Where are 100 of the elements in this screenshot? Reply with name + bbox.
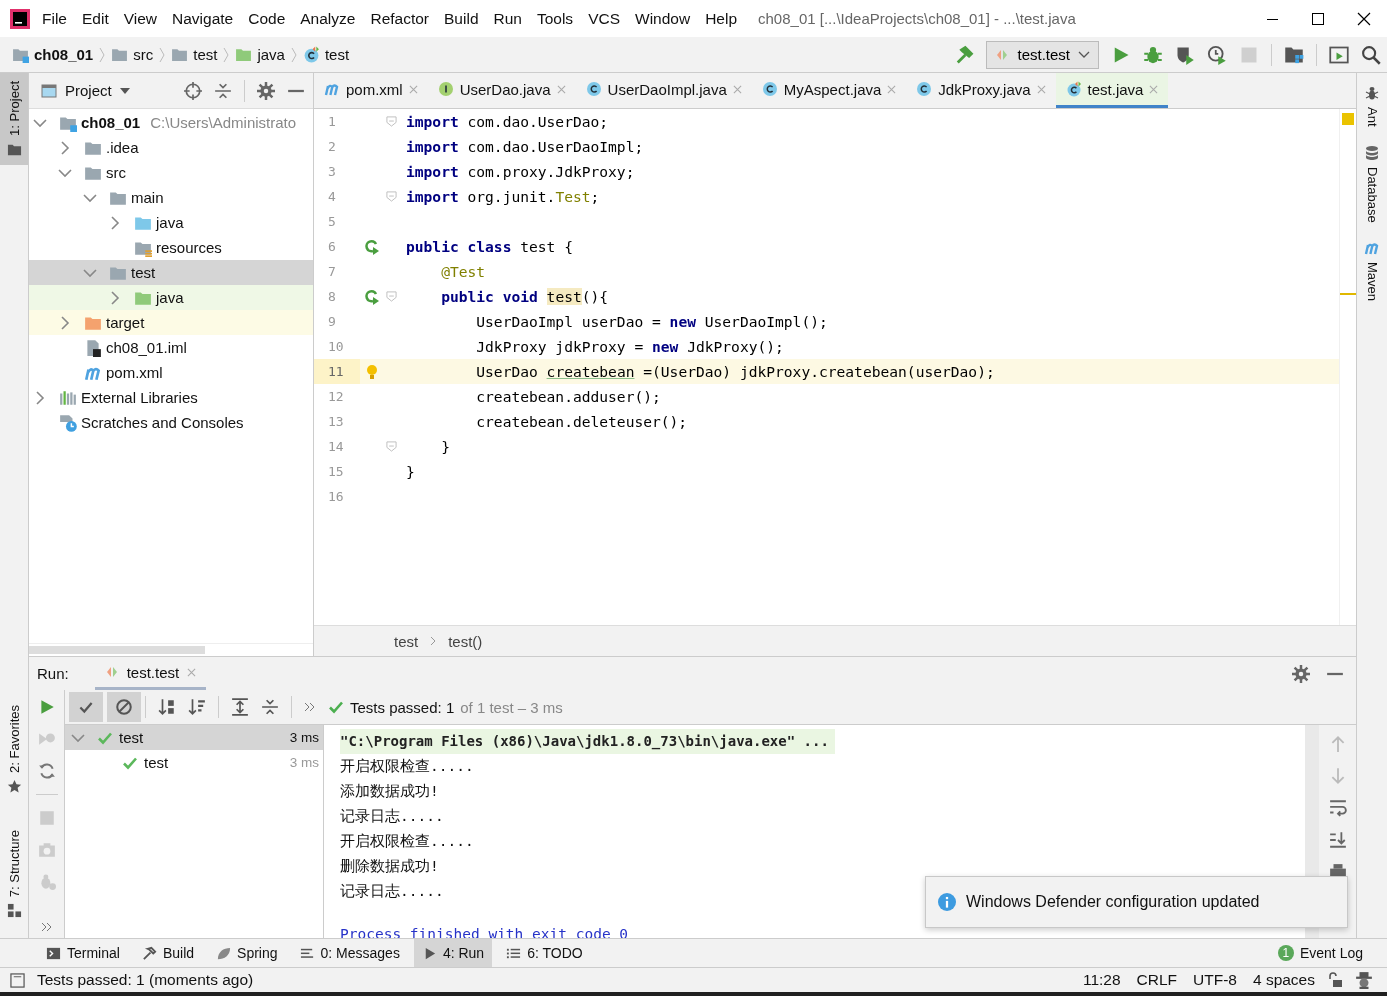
panel-toggle-icon[interactable] xyxy=(10,972,25,988)
chevron-icon[interactable] xyxy=(60,140,70,155)
run-gutter-icon[interactable] xyxy=(364,238,380,255)
inspector-icon[interactable] xyxy=(1355,971,1373,989)
more-icon[interactable] xyxy=(304,702,316,712)
menu-item[interactable]: Tools xyxy=(536,9,574,28)
tool-window-button[interactable]: 4: Run xyxy=(413,939,493,967)
search-button[interactable] xyxy=(1361,44,1381,65)
tree-item[interactable]: src xyxy=(29,160,313,185)
expand-all-button[interactable] xyxy=(231,698,249,716)
tool-window-tab[interactable]: Maven xyxy=(1364,240,1380,302)
auto-test-button[interactable] xyxy=(37,762,56,780)
chevron-icon[interactable] xyxy=(58,167,72,178)
menu-item[interactable]: Run xyxy=(493,9,522,28)
menu-item[interactable]: VCS xyxy=(588,9,620,28)
close-icon[interactable] xyxy=(732,84,742,94)
menu-item[interactable]: Refactor xyxy=(370,9,430,28)
editor-tab[interactable]: UserDaoImpl.java xyxy=(575,73,752,108)
soft-wrap-button[interactable] xyxy=(1328,799,1347,817)
menu-item[interactable]: Build xyxy=(444,9,479,28)
sort-alphabetically-button[interactable] xyxy=(158,698,176,716)
tree-item[interactable]: resources xyxy=(29,235,313,260)
editor-tab[interactable]: pom.xml xyxy=(314,73,428,108)
tool-window-button[interactable]: Terminal xyxy=(38,939,128,967)
run-gutter-icon[interactable] xyxy=(364,288,380,305)
sort-by-duration-button[interactable] xyxy=(188,698,206,716)
notification-popup[interactable]: Windows Defender configuration updated xyxy=(925,876,1348,928)
locate-button[interactable] xyxy=(184,81,202,100)
run-configuration-dropdown[interactable]: test.test xyxy=(986,40,1099,69)
breadcrumb-item[interactable]: test xyxy=(302,46,350,63)
tool-window-button[interactable]: 6: TODO xyxy=(498,939,591,967)
breadcrumb-item[interactable]: test() xyxy=(448,632,483,650)
editor-tab[interactable]: JdkProxy.java xyxy=(906,73,1056,108)
chevron-icon[interactable] xyxy=(110,290,120,305)
lightbulb-icon[interactable] xyxy=(364,363,380,380)
tool-window-tab[interactable]: Ant xyxy=(1364,85,1380,127)
indent-setting[interactable]: 4 spaces xyxy=(1252,971,1315,989)
scrollbar[interactable] xyxy=(1339,109,1356,625)
menu-item[interactable]: Edit xyxy=(82,9,109,28)
menu-item[interactable]: Navigate xyxy=(172,9,234,28)
file-encoding[interactable]: UTF-8 xyxy=(1193,971,1237,989)
line-separator[interactable]: CRLF xyxy=(1136,971,1178,989)
tool-window-tab[interactable]: Database xyxy=(1364,144,1380,223)
test-tree-item[interactable]: test 3 ms xyxy=(65,725,323,750)
build-button[interactable] xyxy=(954,44,975,65)
tree-item[interactable]: java xyxy=(29,210,313,235)
debug-button[interactable] xyxy=(1143,44,1163,65)
close-icon[interactable] xyxy=(887,84,897,94)
close-icon[interactable] xyxy=(1149,84,1159,94)
presentation-button[interactable] xyxy=(1329,44,1349,65)
close-icon[interactable] xyxy=(556,84,566,94)
profile-button[interactable] xyxy=(1207,44,1227,65)
warning-marker-icon[interactable] xyxy=(1342,113,1354,125)
tree-item[interactable]: .idea xyxy=(29,135,313,160)
chevron-icon[interactable] xyxy=(83,192,97,203)
tree-item[interactable]: ch08_01.iml xyxy=(29,335,313,360)
breadcrumb-item[interactable]: ch08_01 xyxy=(12,46,94,63)
editor-tab[interactable]: test.java xyxy=(1055,73,1169,108)
show-passed-button[interactable] xyxy=(69,692,103,722)
editor-tab[interactable]: UserDao.java xyxy=(427,73,576,108)
close-icon[interactable] xyxy=(187,667,197,677)
scrollbar[interactable] xyxy=(29,643,313,656)
menu-item[interactable]: Code xyxy=(248,9,286,28)
chevron-icon[interactable] xyxy=(83,267,97,278)
tree-item[interactable]: test xyxy=(29,260,313,285)
tool-window-button[interactable]: 0: Messages xyxy=(291,939,408,967)
breadcrumb-item[interactable]: test xyxy=(171,46,218,63)
chevron-icon[interactable] xyxy=(110,215,120,230)
tree-item[interactable]: External Libraries xyxy=(29,385,313,410)
tree-item[interactable]: target xyxy=(29,310,313,335)
tool-window-button[interactable]: Spring xyxy=(208,939,286,967)
scroll-to-end-button[interactable] xyxy=(1328,831,1347,849)
project-view-dropdown[interactable]: Project xyxy=(41,82,130,99)
breadcrumb-item[interactable]: test xyxy=(394,632,419,650)
menu-item[interactable]: File xyxy=(42,9,67,28)
chevron-icon[interactable] xyxy=(33,117,47,128)
tool-window-button[interactable]: Build xyxy=(133,939,203,967)
lock-icon[interactable] xyxy=(1327,972,1343,988)
menu-item[interactable]: Help xyxy=(705,9,738,28)
settings-button[interactable] xyxy=(1292,664,1310,683)
chevron-icon[interactable] xyxy=(35,390,45,405)
breadcrumb-item[interactable]: java xyxy=(235,46,285,63)
tree-item[interactable]: pom.xml xyxy=(29,360,313,385)
project-tool-tab[interactable]: 1: Project xyxy=(0,73,28,165)
event-log-button[interactable]: 1 Event Log xyxy=(1269,939,1371,967)
tree-item[interactable]: java xyxy=(29,285,313,310)
caret-position[interactable]: 11:28 xyxy=(1082,971,1121,989)
menu-item[interactable]: Analyze xyxy=(300,9,356,28)
close-icon[interactable] xyxy=(408,84,418,94)
close-icon[interactable] xyxy=(1036,84,1046,94)
collapse-all-button[interactable] xyxy=(261,698,279,716)
tree-item[interactable]: ch08_01 C:\Users\Administrato xyxy=(29,110,313,135)
tool-window-tab[interactable]: 7: Structure xyxy=(0,821,28,926)
tree-item[interactable]: Scratches and Consoles xyxy=(29,410,313,435)
chevron-icon[interactable] xyxy=(71,732,85,743)
settings-button[interactable] xyxy=(257,81,275,100)
menu-item[interactable]: View xyxy=(123,9,158,28)
show-ignored-button[interactable] xyxy=(107,692,141,722)
collapse-all-button[interactable] xyxy=(214,81,232,100)
editor-tab[interactable]: MyAspect.java xyxy=(751,73,907,108)
